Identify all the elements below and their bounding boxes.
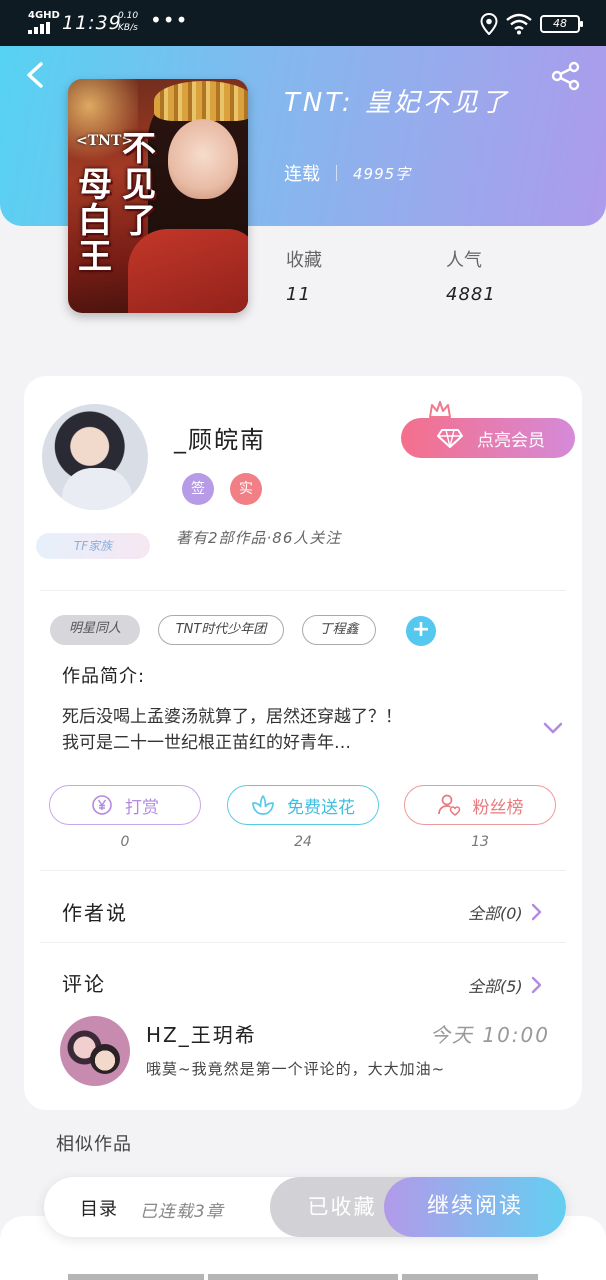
yen-coin-icon — [92, 795, 112, 815]
commenter-name[interactable]: HZ_王玥希 — [146, 1019, 257, 1048]
author-avatar[interactable] — [42, 404, 148, 510]
cover-title-col1: 不见了 — [122, 129, 156, 241]
vip-button[interactable]: 点亮会员 — [401, 418, 575, 458]
signal-icon — [28, 22, 50, 34]
tag-item[interactable]: 丁程鑫 — [302, 615, 376, 645]
favorites-label: 收藏 — [286, 250, 322, 271]
speed-unit: KB/s — [118, 23, 138, 33]
tag-item[interactable]: TNT时代少年团 — [158, 615, 284, 645]
similar-works-title: 相似作品 — [56, 1134, 132, 1155]
author-says-more[interactable]: 全部(0) — [468, 900, 543, 924]
reward-label: 打赏 — [125, 797, 159, 818]
intro-text: 死后没喝上孟婆汤就算了，居然还穿越了？！ 我可是二十一世纪根正苗红的好青年… — [62, 704, 512, 756]
divider — [40, 942, 566, 943]
meta-divider — [336, 165, 337, 181]
tag-item[interactable]: 明星同人 — [50, 615, 140, 645]
status-icons: 48 — [480, 12, 583, 36]
more-notifications-icon: ••• — [150, 8, 189, 32]
network-indicator: 4GHD — [28, 10, 60, 21]
divider — [40, 590, 566, 591]
comment-time: 今天 10:00 — [430, 1023, 550, 1047]
chevron-right-icon — [531, 903, 541, 921]
signed-badge: 签 — [182, 473, 214, 505]
add-tag-button[interactable]: + — [406, 616, 436, 646]
reward-count: 0 — [120, 834, 130, 850]
chapter-count: 已连载3章 — [140, 1202, 224, 1222]
intro-line: 死后没喝上孟婆汤就算了，居然还穿越了？！ — [62, 707, 402, 727]
fan-club-tag: TF家族 — [36, 533, 150, 559]
send-flower-button[interactable]: 免费送花 — [227, 785, 379, 825]
fan-count: 13 — [471, 834, 489, 850]
reward-button[interactable]: 打赏 — [49, 785, 201, 825]
speed-value: 0.10 — [118, 11, 139, 21]
author-says-more-label: 全部(0) — [468, 904, 523, 923]
location-icon — [480, 13, 498, 35]
cover-headdress — [154, 81, 248, 121]
book-meta: 连载 4995字 — [284, 160, 411, 186]
send-flower-label: 免费送花 — [287, 797, 355, 818]
nav-indicator — [208, 1274, 398, 1280]
book-title: TNT: 皇妃不见了 — [284, 88, 510, 118]
cover-figure-robe — [128, 229, 248, 313]
status-bar: 4GHD 11:39 0.10 KB/s ••• 48 — [0, 0, 606, 46]
comments-more[interactable]: 全部(5) — [468, 973, 543, 997]
network-speed: 0.10 KB/s — [118, 10, 138, 34]
battery-indicator: 48 — [540, 15, 583, 33]
wifi-icon — [506, 13, 532, 35]
user-heart-icon — [437, 794, 460, 816]
verified-badge: 实 — [230, 473, 262, 505]
comment-text[interactable]: 哦莫~我竟然是第一个评论的，大大加油~ — [146, 1058, 445, 1079]
commenter-avatar[interactable] — [60, 1016, 130, 1086]
nav-indicator — [68, 1274, 204, 1280]
divider — [40, 870, 566, 871]
flower-icon — [252, 795, 274, 815]
crown-icon — [429, 401, 451, 418]
serial-status: 连载 — [284, 164, 320, 185]
nav-indicator — [402, 1274, 538, 1280]
word-count: 4995字 — [353, 164, 412, 183]
intro-title: 作品简介: — [62, 666, 146, 687]
fan-ranking-label: 粉丝榜 — [472, 797, 524, 818]
back-button[interactable] — [22, 60, 50, 90]
continue-reading-button[interactable]: 继续阅读 — [384, 1177, 566, 1237]
comments-title: 评论 — [62, 972, 106, 996]
vip-button-label: 点亮会员 — [477, 430, 545, 451]
popularity-count: 4881 — [446, 284, 496, 305]
cover-figure-face — [168, 119, 238, 199]
share-button[interactable] — [550, 60, 582, 92]
author-name[interactable]: _顾皖南 — [174, 420, 266, 455]
book-cover[interactable]: <TNT> 不见了 母白王 — [68, 79, 248, 313]
diamond-icon — [437, 429, 463, 448]
chevron-right-icon — [531, 976, 541, 994]
cover-title-col2: 母白王 — [78, 165, 112, 277]
favorites-count: 11 — [286, 284, 311, 305]
author-summary: 著有2部作品·86人关注 — [176, 529, 342, 547]
intro-line: 我可是二十一世纪根正苗红的好青年… — [62, 733, 351, 753]
comments-more-label: 全部(5) — [468, 977, 523, 996]
chevron-down-icon[interactable] — [542, 720, 564, 736]
fan-ranking-button[interactable]: 粉丝榜 — [404, 785, 556, 825]
flower-count: 24 — [294, 834, 312, 850]
bottom-action-bar: 目录 已连载3章 已收藏 继续阅读 — [44, 1177, 566, 1237]
author-says-title: 作者说 — [62, 901, 128, 925]
popularity-label: 人气 — [446, 250, 482, 271]
clock: 11:39 — [62, 12, 122, 34]
toc-button[interactable]: 目录 — [80, 1195, 118, 1221]
